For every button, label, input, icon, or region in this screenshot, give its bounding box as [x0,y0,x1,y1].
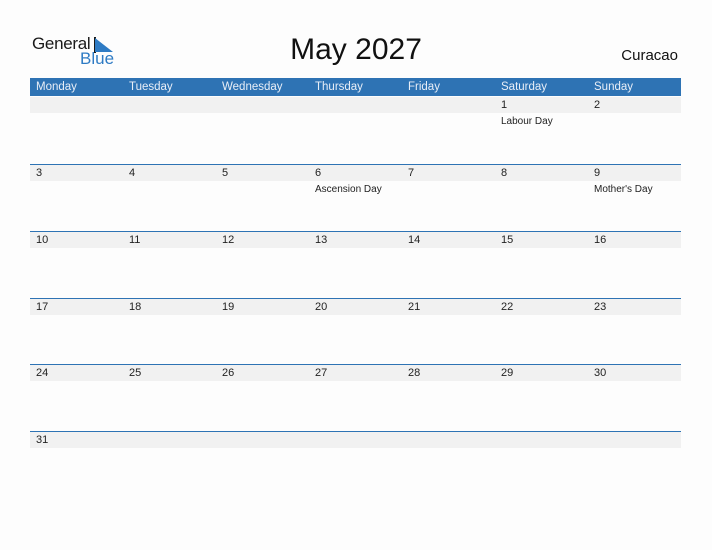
day-number: 27 [315,367,328,379]
week-row: 10 11 12 13 14 15 16 [30,231,681,299]
day-number: 14 [408,234,421,246]
weekday-sunday: Sunday [594,81,634,93]
weekday-friday: Friday [408,81,440,93]
day-number: 29 [501,367,514,379]
day-number: 1 [501,99,508,111]
week-row: 1 Labour Day 2 [30,97,681,164]
weekday-tuesday: Tuesday [129,81,173,93]
day-cell [30,97,123,163]
day-cell: 28 [402,365,495,431]
week-row: 17 18 19 20 21 22 23 [30,298,681,366]
day-cell [402,432,495,498]
day-number: 31 [36,434,49,446]
day-cell: 26 [216,365,309,431]
day-cell: 5 [216,165,309,231]
day-number: 15 [501,234,514,246]
day-cell: 1 Labour Day [495,97,588,163]
day-cell [495,432,588,498]
day-cell: 7 [402,165,495,231]
day-cell [588,432,681,498]
day-cell: 17 [30,299,123,365]
day-cell: 16 [588,232,681,298]
weekday-thursday: Thursday [315,81,363,93]
day-cell [402,97,495,163]
day-number: 26 [222,367,235,379]
day-number: 17 [36,301,49,313]
day-cell: 24 [30,365,123,431]
day-cell: 27 [309,365,402,431]
day-cell: 19 [216,299,309,365]
day-cell: 21 [402,299,495,365]
day-cell [309,97,402,163]
day-cell: 12 [216,232,309,298]
day-number: 4 [129,167,136,179]
day-cell: 29 [495,365,588,431]
week-row: 31 [30,431,681,499]
day-number: 8 [501,167,508,179]
day-number: 16 [594,234,607,246]
day-number: 9 [594,167,601,179]
day-cell [309,432,402,498]
day-cell: 30 [588,365,681,431]
day-number: 7 [408,167,415,179]
day-cell [216,432,309,498]
day-cell: 23 [588,299,681,365]
day-number: 10 [36,234,49,246]
day-cell: 2 [588,97,681,163]
day-cell [216,97,309,163]
day-number: 24 [36,367,49,379]
day-number: 2 [594,99,601,111]
day-cell: 3 [30,165,123,231]
day-number: 12 [222,234,235,246]
day-number: 5 [222,167,229,179]
day-number: 30 [594,367,607,379]
day-cell: 6 Ascension Day [309,165,402,231]
day-cell: 8 [495,165,588,231]
country-name: Curacao [621,47,678,64]
day-number: 22 [501,301,514,313]
day-number: 21 [408,301,421,313]
day-cell: 20 [309,299,402,365]
weekday-wednesday: Wednesday [222,81,283,93]
week-row: 24 25 26 27 28 29 30 [30,364,681,432]
day-cell: 18 [123,299,216,365]
holiday-label: Mother's Day [594,184,653,195]
weekday-monday: Monday [36,81,77,93]
day-cell: 22 [495,299,588,365]
day-cell: 31 [30,432,123,498]
day-cell [123,432,216,498]
holiday-label: Labour Day [501,116,553,127]
day-number: 20 [315,301,328,313]
weekday-header: Monday Tuesday Wednesday Thursday Friday… [30,78,681,96]
day-cell: 25 [123,365,216,431]
day-number: 28 [408,367,421,379]
day-cell: 11 [123,232,216,298]
calendar-title: May 2027 [290,33,422,66]
weekday-saturday: Saturday [501,81,548,93]
day-cell [123,97,216,163]
week-row: 3 4 5 6 Ascension Day 7 8 9 Mother's Day [30,164,681,232]
day-number: 11 [129,234,141,246]
day-number: 23 [594,301,607,313]
day-number: 3 [36,167,43,179]
day-number: 25 [129,367,142,379]
day-cell: 14 [402,232,495,298]
day-number: 13 [315,234,328,246]
day-number: 19 [222,301,235,313]
day-cell: 9 Mother's Day [588,165,681,231]
day-cell: 15 [495,232,588,298]
day-number: 6 [315,167,322,179]
day-cell: 13 [309,232,402,298]
day-number: 18 [129,301,142,313]
day-cell: 4 [123,165,216,231]
day-cell: 10 [30,232,123,298]
holiday-label: Ascension Day [315,184,382,195]
